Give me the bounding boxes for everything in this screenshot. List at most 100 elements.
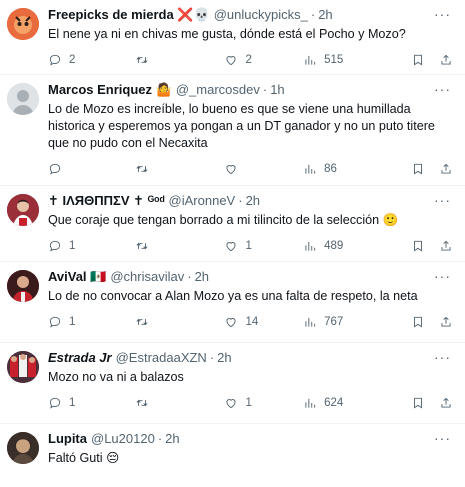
reply-icon xyxy=(49,316,61,328)
views-button[interactable]: 515 xyxy=(303,53,411,67)
reply-button[interactable]: 1 xyxy=(48,396,135,410)
bookmark-button[interactable] xyxy=(411,315,425,329)
action-bar: 1 1 624 xyxy=(48,390,453,416)
share-icon xyxy=(441,164,451,174)
tweet-text: Lo de no convocar a Alan Mozo ya es una … xyxy=(48,289,418,303)
author-name[interactable]: Marcos Enriquez 🤷 xyxy=(48,81,172,99)
author-name[interactable]: Estrada Jr xyxy=(48,349,112,367)
bookmark-button[interactable] xyxy=(411,53,425,67)
separator-dot: · xyxy=(262,82,268,97)
reply-count: 2 xyxy=(69,54,76,66)
view-count: 767 xyxy=(324,316,344,328)
tweet[interactable]: Lupita @Lu20120 · 2h ··· Faltó Guti 😔 xyxy=(0,424,465,487)
tweet[interactable]: ✝ IΛЯΘΠΠΣV ✝ ᴳᵒᵈ @iAronneV · 2h ··· Que … xyxy=(0,186,465,262)
like-button[interactable]: 2 xyxy=(224,53,303,67)
more-options-icon[interactable]: ··· xyxy=(434,192,451,208)
share-button[interactable] xyxy=(439,162,453,176)
share-button[interactable] xyxy=(439,239,453,253)
author-handle[interactable]: @iAronneV xyxy=(169,192,236,210)
more-options-icon[interactable]: ··· xyxy=(434,430,451,446)
bookmark-icon xyxy=(414,240,422,252)
author-handle[interactable]: @EstradaaXZN xyxy=(116,349,207,367)
avatar[interactable] xyxy=(7,8,39,40)
author-handle[interactable]: @chrisavilav xyxy=(110,268,184,286)
avatar[interactable] xyxy=(7,194,39,226)
like-button[interactable]: 1 xyxy=(224,239,303,253)
reply-button[interactable]: 1 xyxy=(48,239,135,253)
tweet-text: Que coraje que tengan borrado a mi tilin… xyxy=(48,213,399,227)
tweet-text: Mozo no va ni a balazos xyxy=(48,370,184,384)
tweet[interactable]: Marcos Enriquez 🤷 @_marcosdev · 1h ··· L… xyxy=(0,75,465,186)
tweet-feed: Freepicks de mierda ❌💀 @unluckypicks_ · … xyxy=(0,0,465,487)
view-count: 624 xyxy=(324,397,344,409)
share-icon xyxy=(441,317,451,327)
tweet[interactable]: AviVal 🇲🇽 @chrisavilav · 2h ··· Lo de no… xyxy=(0,262,465,343)
views-chart-icon xyxy=(305,317,316,327)
reply-icon xyxy=(49,54,61,66)
timestamp[interactable]: 2h xyxy=(246,192,260,210)
reply-count: 1 xyxy=(69,397,76,409)
retweet-button[interactable] xyxy=(135,53,225,67)
like-button[interactable]: 1 xyxy=(224,396,303,410)
heart-icon xyxy=(226,242,237,252)
separator-dot: · xyxy=(310,7,316,22)
share-icon xyxy=(441,241,451,251)
author-handle[interactable]: @Lu20120 xyxy=(91,430,155,448)
bookmark-icon xyxy=(414,397,422,409)
reply-button[interactable]: 2 xyxy=(48,53,135,67)
retweet-icon xyxy=(136,165,148,173)
reply-icon xyxy=(49,163,61,175)
retweet-button[interactable] xyxy=(135,162,225,176)
bookmark-button[interactable] xyxy=(411,396,425,410)
share-button[interactable] xyxy=(439,315,453,329)
timestamp[interactable]: 2h xyxy=(195,268,209,286)
bookmark-button[interactable] xyxy=(411,239,425,253)
views-button[interactable]: 624 xyxy=(303,396,411,410)
views-button[interactable]: 767 xyxy=(303,315,411,329)
more-options-icon[interactable]: ··· xyxy=(434,81,451,97)
share-button[interactable] xyxy=(439,53,453,67)
share-button[interactable] xyxy=(439,396,453,410)
tweet-text: El nene ya ni en chivas me gusta, dónde … xyxy=(48,27,406,41)
view-count: 86 xyxy=(324,163,337,175)
views-button[interactable]: 86 xyxy=(303,162,411,176)
bookmark-icon xyxy=(414,163,422,175)
retweet-icon xyxy=(136,242,148,250)
timestamp[interactable]: 2h xyxy=(165,430,179,448)
reply-icon xyxy=(49,240,61,252)
share-icon xyxy=(441,398,451,408)
reply-button[interactable]: 1 xyxy=(48,315,135,329)
like-button[interactable] xyxy=(224,162,303,176)
timestamp[interactable]: 1h xyxy=(270,81,284,99)
avatar[interactable] xyxy=(7,270,39,302)
retweet-icon xyxy=(136,399,148,407)
author-name[interactable]: Freepicks de mierda ❌💀 xyxy=(48,6,210,24)
timestamp[interactable]: 2h xyxy=(318,6,332,24)
more-options-icon[interactable]: ··· xyxy=(434,268,451,284)
retweet-icon xyxy=(136,56,148,64)
bookmark-button[interactable] xyxy=(411,162,425,176)
retweet-button[interactable] xyxy=(135,396,225,410)
avatar[interactable] xyxy=(7,351,39,383)
heart-icon xyxy=(226,399,237,409)
author-name[interactable]: Lupita xyxy=(48,430,87,448)
timestamp[interactable]: 2h xyxy=(217,349,231,367)
avatar[interactable] xyxy=(7,83,39,115)
views-chart-icon xyxy=(305,398,316,408)
reply-count: 1 xyxy=(69,240,76,252)
tweet[interactable]: Freepicks de mierda ❌💀 @unluckypicks_ · … xyxy=(0,0,465,75)
like-button[interactable]: 14 xyxy=(224,315,303,329)
retweet-button[interactable] xyxy=(135,239,225,253)
author-name[interactable]: ✝ IΛЯΘΠΠΣV ✝ ᴳᵒᵈ xyxy=(48,192,165,210)
author-name[interactable]: AviVal 🇲🇽 xyxy=(48,268,106,286)
author-handle[interactable]: @unluckypicks_ xyxy=(214,6,308,24)
like-count: 1 xyxy=(245,240,252,252)
reply-button[interactable] xyxy=(48,162,135,176)
avatar[interactable] xyxy=(7,432,39,464)
views-button[interactable]: 489 xyxy=(303,239,411,253)
more-options-icon[interactable]: ··· xyxy=(434,349,451,365)
more-options-icon[interactable]: ··· xyxy=(434,6,451,22)
retweet-button[interactable] xyxy=(135,315,225,329)
tweet[interactable]: Estrada Jr @EstradaaXZN · 2h ··· Mozo no… xyxy=(0,343,465,424)
author-handle[interactable]: @_marcosdev xyxy=(176,81,260,99)
